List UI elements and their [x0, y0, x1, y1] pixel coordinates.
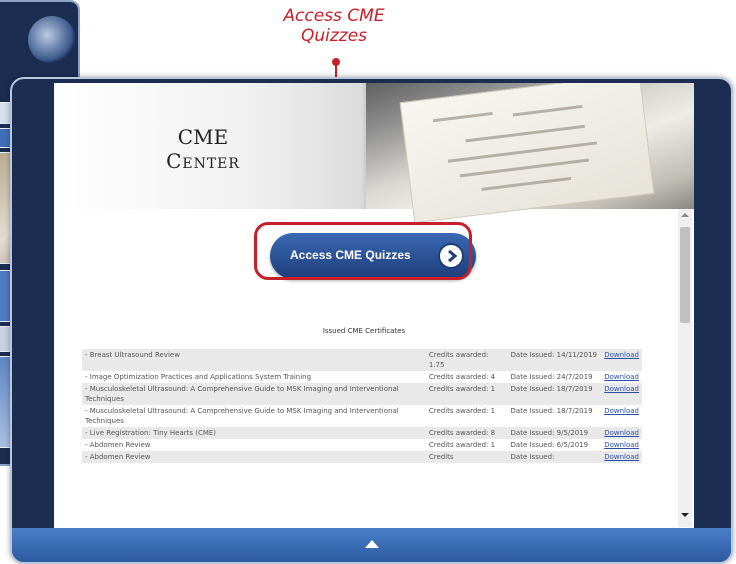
certificate-date: Date Issued: 18/7/2019: [507, 383, 602, 405]
certificate-name: - Abdomen Review: [82, 451, 426, 463]
download-link[interactable]: Download: [601, 383, 642, 405]
table-row: - Breast Ultrasound Review Credits awarde…: [82, 349, 642, 371]
certificate-date: Date Issued: 9/5/2019: [507, 427, 602, 439]
table-row: - Image Optimization Practices and Appli…: [82, 371, 642, 383]
callout-highlight-box: [254, 222, 472, 280]
scroll-thumb[interactable]: [680, 227, 690, 323]
table-row: - Abdomen Review Credits Date Issued: Downl…: [82, 451, 642, 463]
certificates-table: - Breast Ultrasound Review Credits awarde…: [82, 349, 642, 463]
download-link[interactable]: Download: [601, 405, 642, 427]
scroll-up-icon[interactable]: [681, 213, 689, 217]
certificate-date: Date Issued: 24/7/2019: [510, 373, 593, 381]
certificate-photo: [366, 83, 694, 224]
certificate-sheet: [399, 83, 655, 224]
certificate-credits: Credits awarded: 4: [428, 373, 496, 381]
certificate-credits: Credits awarded: 1: [428, 441, 496, 449]
table-row: - Abdomen Review Credits awarded: 1 Date I…: [82, 439, 642, 451]
certificate-credits: Credits awarded: 1: [425, 383, 508, 405]
banner-title-line1: CME: [177, 125, 229, 149]
table-row: - Live Registration: Tiny Hearts (CME) Cr…: [82, 427, 642, 439]
download-link[interactable]: Download: [601, 371, 642, 383]
download-link[interactable]: Download: [601, 349, 642, 371]
certificate-name: - Musculoskeletal Ultrasound: A Comprehe…: [82, 383, 426, 405]
download-link[interactable]: Download: [601, 427, 642, 439]
certificate-name: - Abdomen Review: [85, 441, 151, 449]
certificate-date: Date Issued: 6/5/2019: [510, 441, 589, 449]
certificates-heading: Issued CME Certificates: [322, 327, 406, 335]
download-link[interactable]: Download: [601, 451, 642, 463]
table-row: - Musculoskeletal Ultrasound: A Comprehe…: [82, 383, 642, 405]
certificate-name: - Live Registration: Tiny Hearts (CME): [82, 427, 426, 439]
certificate-credits: Credits awarded: 8: [425, 427, 508, 439]
download-link[interactable]: Download: [601, 439, 642, 451]
cme-content-frame: CME Center Access CME Quizzes Issued CME…: [54, 83, 694, 528]
cme-banner: CME Center: [54, 83, 694, 224]
certificate-credits: Credits: [425, 451, 508, 463]
banner-title: CME Center: [148, 125, 258, 173]
certificate-name: - Breast Ultrasound Review: [82, 349, 426, 371]
certificate-credits: Credits awarded: 1: [428, 407, 496, 415]
cme-window: CME Center Access CME Quizzes Issued CME…: [10, 77, 733, 564]
certificate-date: Date Issued: 14/11/2019: [507, 349, 602, 371]
certificate-credits: Credits awarded: 1.75: [425, 349, 508, 371]
banner-title-line2: Center: [166, 149, 240, 173]
app-logo-icon: [28, 16, 76, 64]
bottom-toolbar[interactable]: [12, 528, 731, 562]
callout-label: Access CME Quizzes: [283, 6, 385, 46]
scroll-down-icon[interactable]: [681, 513, 689, 517]
certificate-name: - Musculoskeletal Ultrasound: A Comprehe…: [85, 407, 399, 425]
collapse-up-icon[interactable]: [365, 540, 379, 548]
certificate-date: Date Issued:: [507, 451, 602, 463]
vertical-scrollbar[interactable]: [678, 209, 692, 527]
certificate-date: Date Issued: 18/7/2019: [510, 407, 593, 415]
table-row: - Musculoskeletal Ultrasound: A Comprehe…: [82, 405, 642, 427]
certificate-name: - Image Optimization Practices and Appli…: [85, 373, 312, 381]
